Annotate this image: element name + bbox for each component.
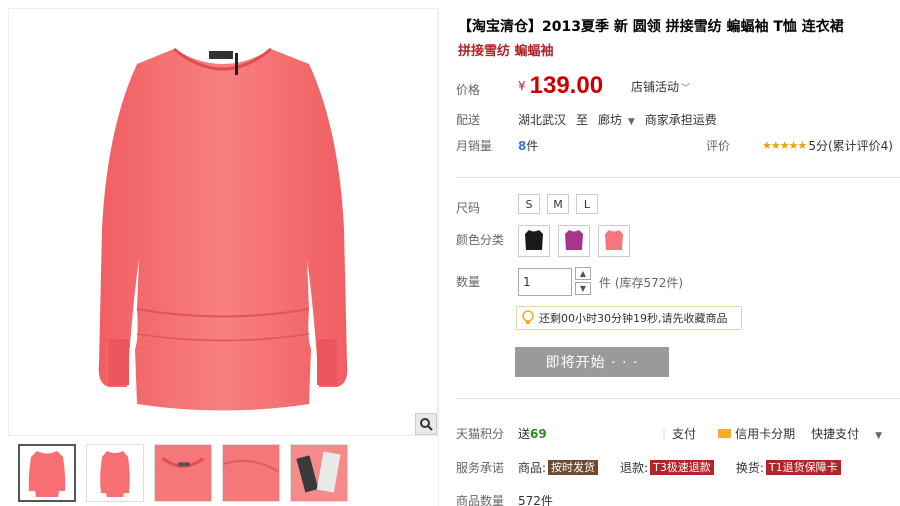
color-label: 颜色分类 (456, 233, 505, 247)
credit-installment-link[interactable]: 信用卡分期 (718, 425, 795, 442)
on-time-delivery-badge[interactable]: 按时发货 (548, 460, 599, 475)
product-title: 【淘宝清仓】2013夏季 新 圆领 拼接雪纺 蝙蝠袖 T恤 连衣裙 (458, 19, 844, 35)
shipping-destination: 廊坊 (598, 113, 623, 127)
thumbnail-4[interactable] (222, 444, 280, 502)
shop-promo-dropdown[interactable]: 店铺活动 ﹀ (631, 78, 690, 95)
color-option-black[interactable] (518, 225, 550, 257)
stock-row: 572件 (518, 492, 553, 506)
rating-text: 5分(累计评价4) (808, 139, 893, 153)
quantity-row: 1 ▲ ▼ 件 (库存572件) (518, 267, 683, 297)
quick-pay-dropdown[interactable]: 快捷支付 ▼ (811, 425, 882, 442)
price-value: 139.00 (529, 72, 604, 99)
rating-group[interactable]: 评价 ★★★★★ 5分(累计评价4) (706, 137, 893, 154)
quick-pay-label: 快捷支付 (811, 427, 860, 441)
stock-value: 572件 (518, 494, 553, 506)
stock-text: 件 (库存572件) (599, 275, 684, 290)
increase-icon[interactable]: ▲ (575, 267, 591, 280)
sales-count: 8 (518, 138, 527, 153)
quantity-stepper: ▲ ▼ (575, 267, 591, 297)
size-option-m[interactable]: M (547, 194, 569, 214)
main-product-image[interactable] (8, 8, 438, 436)
size-label: 尺码 (456, 201, 481, 215)
service-item2-prefix: 退款: (620, 461, 649, 475)
sales-row: 8 件 (518, 137, 538, 154)
service-item1-prefix: 商品: (518, 461, 547, 475)
countdown-text: 还剩00小时30分钟19秒,请先收藏商品 (539, 312, 728, 325)
thumbnail-5[interactable] (290, 444, 348, 502)
payment-label: 支付 (672, 427, 697, 441)
star-rating-icon: ★★★★★ (762, 139, 807, 152)
dress-image (98, 47, 348, 411)
countdown-notice: 还剩00小时30分钟19秒,请先收藏商品 (516, 306, 742, 330)
section-divider-2 (456, 398, 900, 399)
price-row: ¥ 139.00 店铺活动 ﹀ (518, 72, 690, 100)
decrease-icon[interactable]: ▼ (575, 282, 591, 295)
stock-label: 商品数量 (456, 494, 505, 506)
payment-separator: | (662, 426, 667, 441)
quantity-input[interactable]: 1 (518, 268, 572, 296)
rating-label: 评价 (706, 139, 731, 153)
caret-down-icon: ▼ (627, 117, 635, 127)
size-option-l[interactable]: L (576, 194, 598, 214)
shipping-to-word: 至 (576, 113, 589, 127)
chevron-down-icon: ﹀ (681, 83, 691, 94)
service-item3-prefix: 换货: (735, 461, 764, 475)
quantity-label: 数量 (456, 275, 481, 289)
shipping-label: 配送 (456, 113, 481, 127)
thumbnail-3[interactable] (154, 444, 212, 502)
currency-symbol: ¥ (518, 79, 526, 93)
shop-promo-label: 店铺活动 (631, 79, 680, 94)
points-value: 69 (530, 426, 547, 441)
thumbnail-2[interactable] (86, 444, 144, 502)
points-prefix: 送 (518, 427, 531, 441)
points-row: 送 69 (518, 425, 547, 442)
color-option-purple[interactable] (558, 225, 590, 257)
buy-button[interactable]: 即将开始 · · · (515, 347, 669, 377)
service-row: 商品: 按时发货 退款: T3极速退款 换货: T1退货保障卡 (518, 459, 841, 476)
shipping-from: 湖北武汉 (518, 113, 567, 127)
shipping-row: 湖北武汉 至 廊坊 ▼ 商家承担运费 (518, 111, 717, 128)
points-label: 天猫积分 (456, 427, 505, 441)
credit-card-icon (718, 429, 732, 438)
zoom-icon[interactable] (415, 413, 437, 435)
product-info: 【淘宝清仓】2013夏季 新 圆领 拼接雪纺 蝙蝠袖 T恤 连衣裙 拼接雪纺 蝙… (438, 0, 900, 506)
thumbnail-strip (18, 444, 348, 502)
credit-installment-label: 信用卡分期 (735, 427, 796, 441)
thumbnail-1[interactable] (18, 444, 76, 502)
color-options (518, 225, 638, 257)
product-subtitle: 拼接雪纺 蝙蝠袖 (458, 44, 554, 59)
shipping-fee: 商家承担运费 (644, 113, 717, 127)
shipping-destination-select[interactable]: 廊坊 ▼ (598, 111, 635, 128)
return-guarantee-badge[interactable]: T1退货保障卡 (765, 460, 841, 475)
payment-row: | 支付 信用卡分期 快捷支付 ▼ (662, 425, 882, 442)
fast-refund-badge[interactable]: T3极速退款 (650, 460, 714, 475)
size-options: S M L (518, 194, 605, 214)
product-gallery (0, 0, 438, 506)
size-option-s[interactable]: S (518, 194, 540, 214)
service-label: 服务承诺 (456, 461, 505, 475)
price-label: 价格 (456, 83, 481, 97)
sales-unit: 件 (526, 139, 539, 153)
monthly-sales-label: 月销量 (456, 139, 493, 153)
caret-down-icon-2: ▼ (875, 431, 883, 441)
color-option-pink[interactable] (598, 225, 630, 257)
section-divider (456, 177, 900, 178)
lightbulb-icon (517, 307, 539, 329)
